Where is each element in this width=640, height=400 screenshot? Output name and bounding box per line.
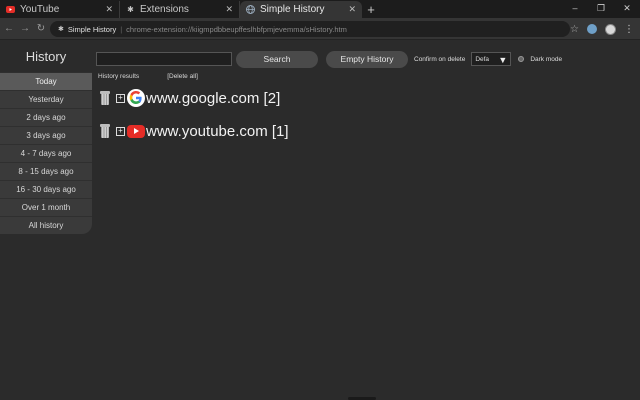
triangle-down-icon: ▼: [498, 55, 508, 65]
restore-icon[interactable]: ❐: [588, 0, 614, 16]
sidebar-item-over-1-month[interactable]: Over 1 month: [0, 198, 92, 216]
menu-icon[interactable]: ⋮: [624, 24, 634, 35]
back-icon[interactable]: ←: [2, 19, 16, 39]
close-icon[interactable]: ✕: [225, 4, 233, 15]
globe-icon: [246, 5, 255, 14]
confirm-delete-select[interactable]: Defa ▼: [471, 52, 512, 66]
expand-icon[interactable]: +: [116, 126, 125, 136]
sidebar-list: Today Yesterday 2 days ago 3 days ago 4 …: [0, 72, 92, 234]
list-item: + www.youtube.com [1]: [100, 120, 289, 142]
list-item: + www.google.com [2]: [100, 87, 280, 109]
site-name: Simple History: [67, 24, 117, 34]
tab-strip: YouTube ✕ ✱ Extensions ✕ Simple History …: [0, 0, 640, 18]
confirm-delete-label: Confirm on delete: [414, 55, 466, 63]
history-toolbar: Search Empty History Confirm on delete D…: [96, 50, 636, 68]
youtube-icon: [127, 122, 145, 140]
page-title: History: [25, 48, 67, 64]
history-results-label: History results: [98, 73, 140, 80]
sidebar: History Today Yesterday 2 days ago 3 day…: [0, 40, 92, 234]
search-button[interactable]: Search: [236, 50, 318, 68]
minimize-icon[interactable]: –: [562, 0, 588, 16]
star-icon[interactable]: ☆: [570, 24, 579, 35]
sidebar-item-4-7-days-ago[interactable]: 4 - 7 days ago: [0, 144, 92, 162]
puzzle-icon: ✱: [127, 5, 134, 14]
youtube-icon: [6, 5, 15, 14]
tab-youtube[interactable]: YouTube ✕: [0, 1, 120, 18]
empty-history-button[interactable]: Empty History: [326, 50, 408, 68]
sidebar-item-8-15-days-ago[interactable]: 8 - 15 days ago: [0, 162, 92, 180]
results-header: History results [Delete all]: [98, 73, 198, 80]
new-tab-button[interactable]: +: [362, 1, 380, 18]
browser-toolbar: ← → ↻ ✱ Simple History | chrome-extensio…: [0, 18, 640, 40]
close-icon[interactable]: ✕: [348, 4, 356, 15]
extension-icon: ✱: [58, 26, 64, 33]
reload-icon[interactable]: ↻: [34, 19, 48, 39]
history-link[interactable]: www.youtube.com [1]: [146, 123, 289, 140]
close-window-icon[interactable]: ✕: [614, 0, 640, 16]
dark-mode-label: Dark mode: [530, 55, 563, 63]
google-icon: [127, 89, 145, 107]
expand-icon[interactable]: +: [116, 93, 125, 103]
dark-mode-radio[interactable]: [518, 56, 525, 62]
sidebar-item-16-30-days-ago[interactable]: 16 - 30 days ago: [0, 180, 92, 198]
toolbar-actions: ☆ ⋮: [570, 21, 634, 37]
sidebar-item-all-history[interactable]: All history: [0, 216, 92, 234]
tab-title: Extensions: [140, 4, 189, 15]
avatar[interactable]: [605, 23, 616, 35]
select-value: Defa: [475, 55, 490, 63]
trash-icon[interactable]: [100, 124, 110, 138]
delete-all-link[interactable]: [Delete all]: [167, 73, 198, 80]
extension-badge-icon[interactable]: [587, 24, 597, 34]
sidebar-item-3-days-ago[interactable]: 3 days ago: [0, 126, 92, 144]
sidebar-item-2-days-ago[interactable]: 2 days ago: [0, 108, 92, 126]
history-link[interactable]: www.google.com [2]: [146, 90, 280, 107]
search-input[interactable]: [96, 52, 232, 66]
close-icon[interactable]: ✕: [105, 4, 113, 15]
sidebar-item-yesterday[interactable]: Yesterday: [0, 90, 92, 108]
window-controls: – ❐ ✕: [562, 0, 640, 16]
url-text: chrome-extension://kiigmpdbbeupffeslhbfp…: [126, 24, 347, 34]
sidebar-item-today[interactable]: Today: [0, 72, 92, 90]
tab-title: Simple History: [260, 4, 325, 15]
tab-simple-history[interactable]: Simple History ✕: [240, 1, 362, 18]
address-bar[interactable]: ✱ Simple History | chrome-extension://ki…: [50, 21, 570, 37]
forward-icon[interactable]: →: [18, 19, 32, 39]
divider: |: [120, 24, 123, 34]
tab-extensions[interactable]: ✱ Extensions ✕: [120, 1, 240, 18]
trash-icon[interactable]: [100, 91, 110, 105]
tab-title: YouTube: [20, 4, 60, 15]
